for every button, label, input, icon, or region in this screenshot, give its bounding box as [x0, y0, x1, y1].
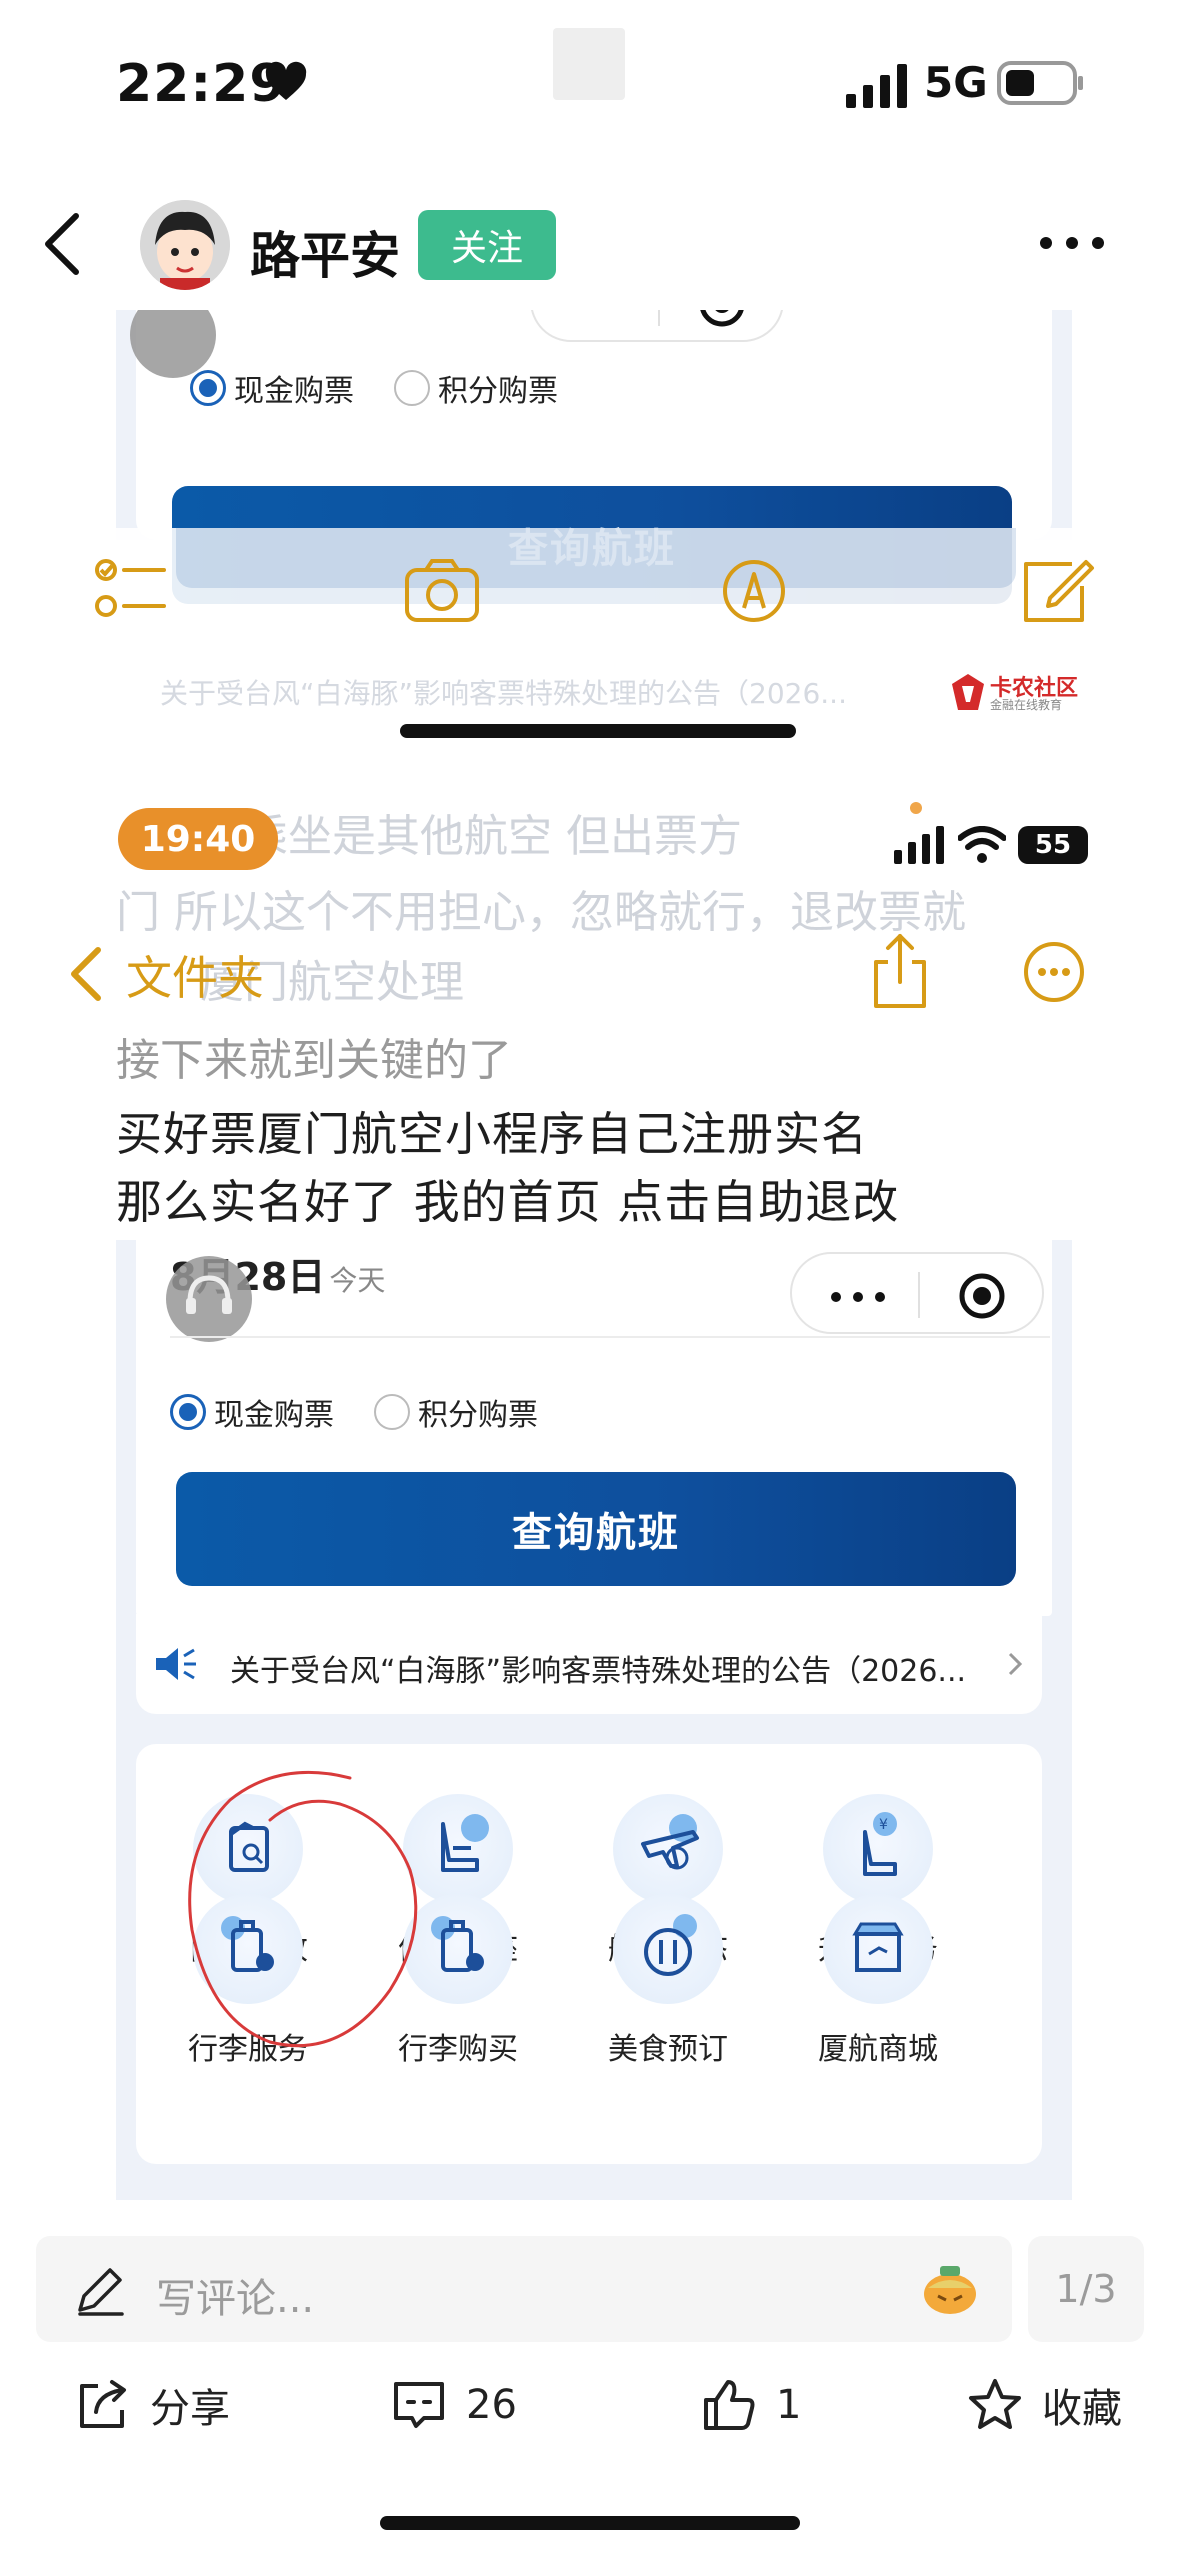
favorite-button[interactable]: 收藏	[966, 2372, 1122, 2438]
svg-text:¥: ¥	[879, 1817, 888, 1833]
service-store[interactable]: 厦航商城	[778, 1894, 978, 2068]
capsule-close-icon[interactable]	[958, 1272, 1006, 1320]
back-icon[interactable]	[36, 210, 90, 278]
radio-cash-label: 现金购票	[214, 1398, 334, 1433]
folder-back-icon[interactable]	[66, 944, 106, 1004]
radio-cash-selected[interactable]	[170, 1394, 206, 1430]
ghost-line-4: 接下来就到关键的了	[116, 1035, 512, 1086]
ticket-type-radio-top: 现金购票 积分购票	[190, 366, 558, 410]
flight-date-note: 今天	[329, 1264, 386, 1297]
radio-points-label: 积分购票	[438, 374, 558, 409]
favorite-label: 收藏	[1042, 2386, 1122, 2432]
chevron-right-icon	[1008, 1652, 1023, 1676]
privacy-dot	[910, 802, 922, 814]
sticker-icon[interactable]	[920, 2258, 980, 2318]
thumbs-up-icon	[704, 2380, 755, 2430]
radio-points[interactable]	[374, 1394, 410, 1430]
ghost-line-2: 门 所以这个不用担心，忽略就行，退改票就	[116, 887, 966, 938]
follow-button[interactable]: 关注	[418, 210, 556, 280]
home-indicator	[380, 2516, 800, 2530]
signal-icon-device2	[894, 826, 944, 864]
star-icon	[969, 2379, 1021, 2429]
top-placeholder-box	[553, 28, 625, 100]
battery-icon	[997, 61, 1083, 105]
speaker-icon	[156, 1648, 196, 1680]
meal-icon	[613, 1894, 723, 2004]
radio-cash-label: 现金购票	[234, 374, 354, 409]
notice-bar[interactable]: 关于受台风“白海豚”影响客票特殊处理的公告（2026...	[136, 1614, 1042, 1714]
ticket-type-radio: 现金购票 积分购票	[170, 1390, 538, 1434]
notice-text: 关于受台风“白海豚”影响客票特殊处理的公告（2026...	[230, 1654, 967, 1689]
avatar[interactable]	[140, 200, 230, 290]
device-time-pill: 19:40	[118, 808, 278, 870]
battery-level-device2: 55	[1018, 826, 1088, 864]
share-icon	[80, 2380, 126, 2428]
divider	[170, 1336, 1050, 1338]
service-meal[interactable]: 美食预订	[568, 1894, 768, 2068]
markup-pen-icon[interactable]	[716, 558, 792, 624]
compose-icon[interactable]	[1020, 558, 1096, 624]
wifi-icon	[958, 826, 1006, 863]
share-icon-notes[interactable]	[868, 932, 932, 1010]
checklist-icon[interactable]	[94, 558, 170, 624]
heart-icon	[265, 61, 307, 100]
ghost-line-1: 际乘坐是其他航空 但出票方	[200, 811, 742, 862]
network-label: 5G	[924, 58, 988, 107]
note-line-1: 买好票厦门航空小程序自己注册实名	[116, 1107, 868, 1161]
share-button[interactable]: 分享	[74, 2372, 230, 2438]
capsule-more-icon[interactable]	[828, 1292, 888, 1302]
likes-count: 1	[776, 2382, 802, 2428]
more-options-icon[interactable]	[1036, 228, 1108, 258]
watermark-mark-icon	[952, 674, 984, 710]
status-time: 22:29	[116, 54, 287, 114]
page-indicator: 1/3	[1028, 2236, 1144, 2342]
note-line-2: 那么实名好了 我的首页 点击自助退改	[116, 1175, 900, 1229]
service-label: 厦航商城	[818, 2032, 938, 2067]
customer-service-icon-main[interactable]	[166, 1256, 252, 1342]
query-flight-button[interactable]: 查询航班	[176, 1472, 1016, 1586]
inner-home-indicator	[400, 724, 796, 738]
share-label: 分享	[150, 2386, 230, 2432]
radio-points[interactable]	[394, 370, 430, 406]
like-button[interactable]: 1	[700, 2372, 801, 2438]
signal-icon	[846, 64, 907, 108]
miniapp-capsule-main[interactable]	[790, 1252, 1044, 1334]
flight-status-icon	[613, 1794, 723, 1904]
capsule-close-icon[interactable]	[698, 310, 746, 328]
comments-count: 26	[466, 2382, 517, 2428]
store-icon	[823, 1894, 933, 2004]
miniapp-capsule[interactable]	[530, 310, 784, 342]
comments-button[interactable]: 26	[390, 2372, 517, 2438]
author-name[interactable]: 路平安	[250, 216, 400, 288]
red-circle-annotation	[188, 1770, 418, 2048]
notice-ghost-top: 关于受台风“白海豚”影响客票特殊处理的公告（2026...	[160, 677, 847, 710]
more-circle-icon[interactable]	[1022, 940, 1086, 1004]
pencil-icon	[78, 2268, 124, 2316]
service-label: 美食预订	[608, 2032, 728, 2067]
watermark-logo: 卡农社区 金融在线教育	[950, 670, 1090, 714]
comment-placeholder: 写评论...	[156, 2276, 315, 2322]
notes-toolbar	[0, 528, 1179, 658]
radio-cash-selected[interactable]	[190, 370, 226, 406]
folder-label[interactable]: 文件夹	[126, 942, 264, 1008]
comment-icon	[394, 2382, 444, 2428]
upgrade-icon: ¥	[823, 1794, 933, 1904]
mini-app-panel-top: 现金购票 积分购票 查询航班	[116, 310, 1072, 604]
radio-points-label: 积分购票	[418, 1398, 538, 1433]
camera-icon[interactable]	[404, 558, 480, 624]
watermark-subtitle: 金融在线教育	[990, 698, 1063, 712]
